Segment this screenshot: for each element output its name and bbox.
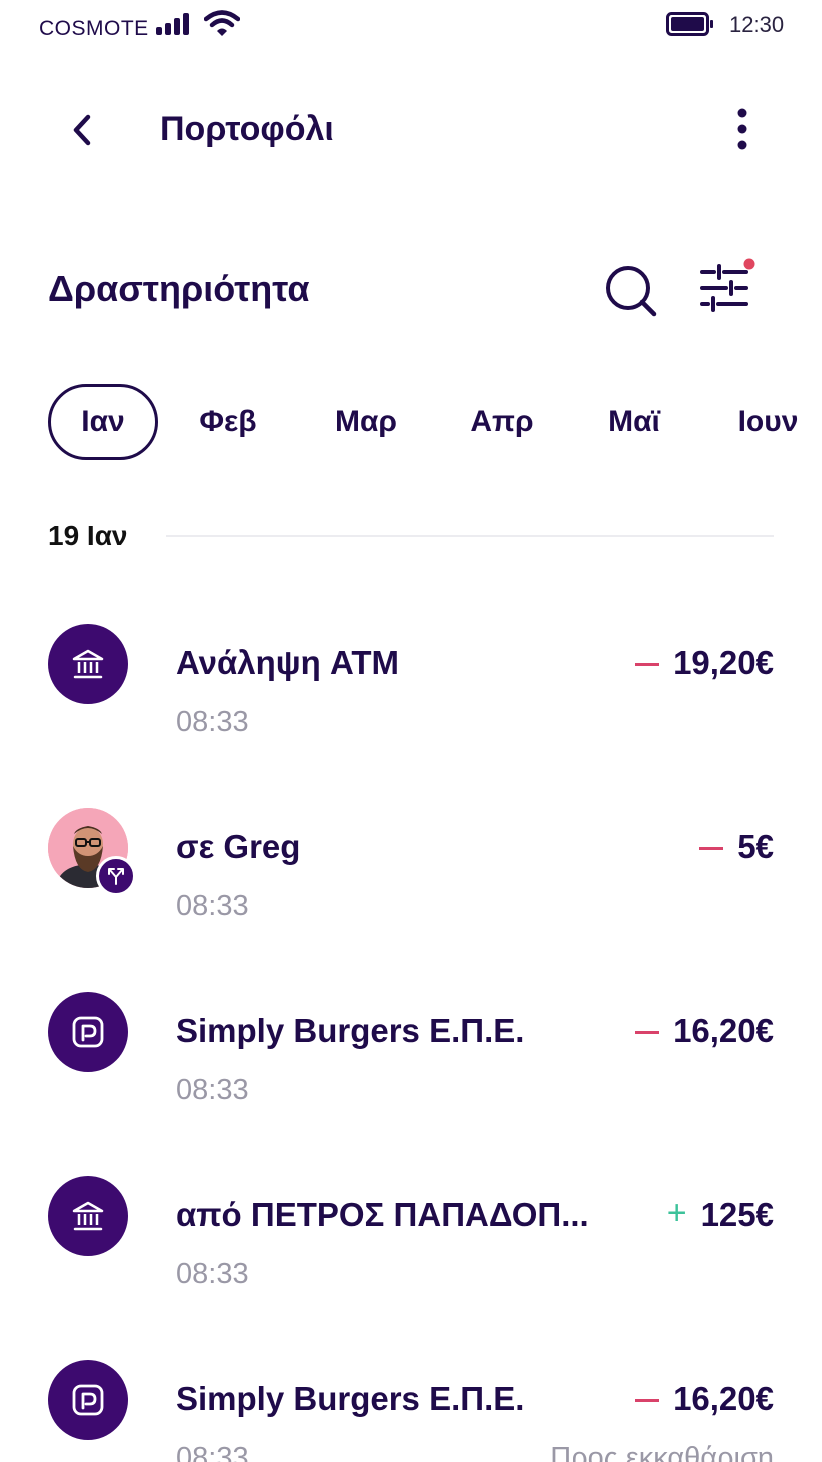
status-time: 12:30 <box>729 12 785 37</box>
chevron-left-icon <box>73 114 91 146</box>
transaction-title: από ΠΕΤΡΟΣ ΠΑΠΑΔΟΠ... <box>176 1196 589 1233</box>
transaction-row[interactable]: Ανάληψη ATM 08:33 19,20€ <box>0 624 822 754</box>
wallet-activity-screen: COSMOTE 12:30 Πορτοφόλι Δραστηριότητα Ια… <box>0 0 822 1462</box>
transaction-title: Simply Burgers Ε.Π.Ε. <box>176 1380 525 1417</box>
transaction-amount: 16,20€ <box>635 1012 774 1050</box>
notification-dot <box>743 258 755 270</box>
more-options-button[interactable] <box>722 104 762 154</box>
wifi-icon <box>204 10 240 36</box>
month-tab-apr[interactable]: Απρ <box>450 384 554 460</box>
transaction-amount-value: 19,20€ <box>673 644 774 681</box>
month-tab-mar[interactable]: Μαρ <box>314 384 418 460</box>
transaction-row[interactable]: σε Greg 08:33 5€ <box>0 808 822 938</box>
transaction-title: Simply Burgers Ε.Π.Ε. <box>176 1012 525 1049</box>
section-title: Δραστηριότητα <box>48 268 310 309</box>
bank-icon <box>48 1176 128 1256</box>
transaction-amount: 19,20€ <box>635 644 774 682</box>
minus-icon <box>699 846 724 850</box>
transaction-amount: 5€ <box>699 828 774 866</box>
filter-button[interactable] <box>696 256 760 316</box>
transaction-title: Ανάληψη ATM <box>176 644 399 681</box>
signal-icon <box>156 13 189 35</box>
battery-icon <box>666 12 713 36</box>
month-tab-jan[interactable]: Ιαν <box>48 384 158 460</box>
search-icon <box>606 266 657 317</box>
card-icon <box>48 1360 128 1440</box>
transaction-time: 08:33 <box>176 1074 249 1106</box>
status-bar: COSMOTE 12:30 <box>0 0 822 56</box>
date-group-label: 19 Ιαν <box>48 520 128 551</box>
transfer-split-icon <box>96 856 136 896</box>
transaction-amount-value: 16,20€ <box>673 1380 774 1417</box>
month-tab-may[interactable]: Μαϊ <box>582 384 686 460</box>
back-button[interactable] <box>62 108 102 152</box>
page-title: Πορτοφόλι <box>160 110 334 148</box>
search-button[interactable] <box>602 262 658 318</box>
transaction-row[interactable]: από ΠΕΤΡΟΣ ΠΑΠΑΔΟΠ... 08:33 + 125€ <box>0 1176 822 1306</box>
minus-icon <box>635 662 660 666</box>
transaction-title: σε Greg <box>176 828 301 865</box>
plus-icon: + <box>666 1194 687 1232</box>
transaction-time: 08:33 <box>176 1442 249 1462</box>
transaction-row[interactable]: Simply Burgers Ε.Π.Ε. 08:33 16,20€ <box>0 992 822 1122</box>
bank-icon <box>48 624 128 704</box>
minus-icon <box>635 1398 660 1402</box>
transaction-amount-value: 125€ <box>700 1196 774 1233</box>
transaction-time: 08:33 <box>176 706 249 738</box>
minus-icon <box>635 1030 660 1034</box>
transaction-amount-value: 5€ <box>737 828 774 865</box>
month-tab-jun[interactable]: Ιουν <box>716 384 820 460</box>
date-divider <box>166 535 774 537</box>
transaction-amount: 16,20€ <box>635 1380 774 1418</box>
more-vertical-icon <box>737 108 747 150</box>
transaction-time: 08:33 <box>176 1258 249 1290</box>
transaction-status: Προς εκκαθάριση <box>550 1442 774 1462</box>
carrier-name: COSMOTE <box>39 17 149 40</box>
card-icon <box>48 992 128 1072</box>
transaction-amount-value: 16,20€ <box>673 1012 774 1049</box>
transaction-amount: + 125€ <box>667 1196 774 1234</box>
transaction-row[interactable]: Simply Burgers Ε.Π.Ε. 08:33 16,20€ Προς … <box>0 1360 822 1462</box>
sliders-icon <box>700 264 748 312</box>
transaction-time: 08:33 <box>176 890 249 922</box>
month-selector: Ιαν Φεβ Μαρ Απρ Μαϊ Ιουν <box>48 384 822 464</box>
month-tab-feb[interactable]: Φεβ <box>176 384 280 460</box>
